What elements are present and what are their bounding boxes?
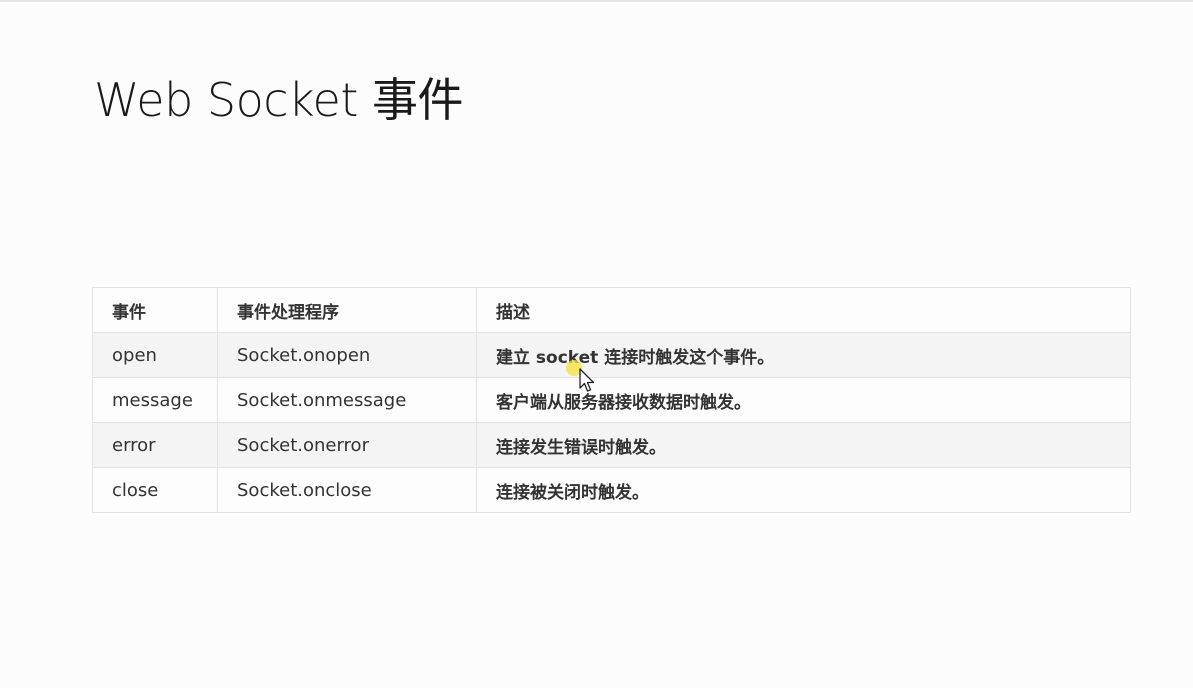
event-name-cell: error	[92, 422, 218, 468]
events-table: 事件 事件处理程序 描述 open Socket.onopen 建立 socke…	[92, 287, 1131, 513]
table-row-open: open Socket.onopen 建立 socket 连接时触发这个事件。	[92, 332, 1131, 378]
header-event: 事件	[92, 287, 218, 333]
event-description-cell: 客户端从服务器接收数据时触发。	[476, 377, 1131, 423]
table-row-error: error Socket.onerror 连接发生错误时触发。	[92, 422, 1131, 468]
event-name-cell: open	[92, 332, 218, 378]
event-description-cell: 连接被关闭时触发。	[476, 467, 1131, 513]
event-handler-cell: Socket.onmessage	[217, 377, 477, 423]
window-top-border	[0, 0, 1193, 2]
table-row-message: message Socket.onmessage 客户端从服务器接收数据时触发。	[92, 377, 1131, 423]
event-handler-cell: Socket.onopen	[217, 332, 477, 378]
event-handler-cell: Socket.onclose	[217, 467, 477, 513]
page-title: Web Socket 事件	[94, 73, 464, 127]
event-handler-cell: Socket.onerror	[217, 422, 477, 468]
mouse-pointer-icon	[579, 368, 595, 392]
table-header-row: 事件 事件处理程序 描述	[92, 287, 1131, 333]
event-description-cell: 连接发生错误时触发。	[476, 422, 1131, 468]
header-handler: 事件处理程序	[217, 287, 477, 333]
event-name-cell: message	[92, 377, 218, 423]
table-row-close: close Socket.onclose 连接被关闭时触发。	[92, 467, 1131, 513]
event-name-cell: close	[92, 467, 218, 513]
header-description: 描述	[476, 287, 1131, 333]
